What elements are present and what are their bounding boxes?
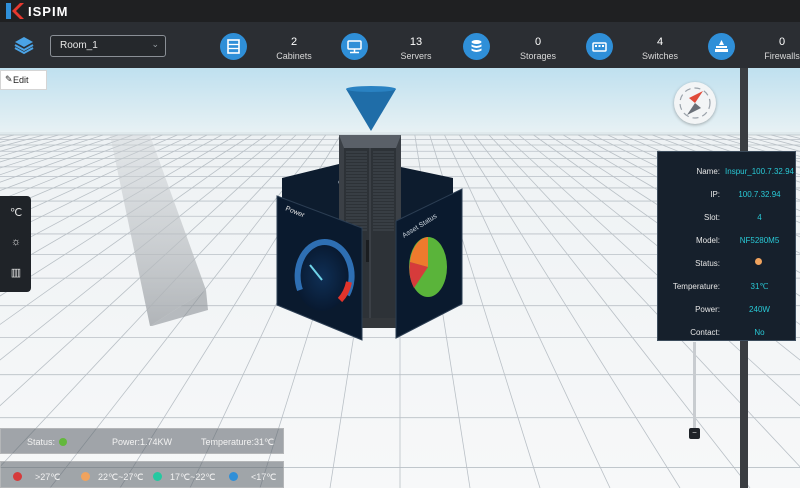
info-power-value: 240W [749, 305, 770, 314]
edit-button[interactable]: ✎ Edit [0, 70, 47, 90]
switches-label: Switches [641, 51, 678, 61]
status-label: Status: [27, 437, 56, 447]
info-model-label: Model: [695, 236, 720, 245]
cabinet-top [339, 135, 401, 148]
info-ip-label: IP: [710, 190, 720, 199]
legend-dot-mild [153, 472, 162, 481]
legend-label-hot: >27℃ [35, 472, 61, 482]
asset-status-pie [409, 237, 447, 297]
room-select-value: Room_1 [60, 40, 98, 51]
power-summary: Power:1.74KW [112, 437, 173, 447]
info-power-label: Power: [695, 305, 720, 314]
edit-button-label: Edit [13, 75, 29, 85]
cabinet-door-right [371, 148, 396, 318]
cabinets-count: 2 [290, 36, 298, 48]
switch-icon [586, 33, 613, 60]
temperature-icon[interactable]: ℃ [8, 206, 24, 222]
legend-dot-hot [13, 472, 22, 481]
cabinet-icon [220, 33, 247, 60]
servers-count: 13 [409, 36, 423, 48]
chevron-down-icon: ⌄ [151, 39, 159, 49]
info-slot-value: 4 [757, 213, 762, 222]
switches-count: 4 [656, 36, 664, 48]
alarm-icon[interactable]: ☼ [8, 236, 24, 252]
storage-icon [463, 33, 490, 60]
zoom-slider-handle[interactable]: − [689, 428, 700, 439]
stats-bar: Room_1 ⌄ 2 Cabinets 13 Servers 0 Storage… [0, 22, 800, 68]
firewall-icon [708, 33, 735, 60]
app-title: ISPIM [28, 4, 69, 19]
legend-label-warm: 22℃~27℃ [98, 472, 144, 482]
info-name-value: Inspur_100.7.32.94 [725, 167, 794, 176]
power-gauge [294, 239, 355, 311]
legend-label-mild: 17℃~22℃ [170, 472, 216, 482]
left-toolbar: ℃ ☼ ▥ [0, 196, 31, 292]
temperature-summary: Temperature:31℃ [201, 437, 275, 447]
info-temperature-value: 31℃ [750, 282, 769, 291]
storages-label: Storages [519, 51, 557, 61]
room-select[interactable]: Room_1 ⌄ [50, 35, 166, 57]
cabinet-handle [366, 240, 369, 262]
status-indicator [59, 438, 67, 446]
legend-dot-cool [229, 472, 238, 481]
room-status-bar: Status: Power:1.74KW Temperature:31℃ [0, 428, 284, 454]
legend-dot-warm [81, 472, 90, 481]
server-icon [341, 33, 368, 60]
info-temperature-label: Temperature: [672, 282, 720, 291]
device-info-panel: Name: Inspur_100.7.32.94 IP: 100.7.32.94… [657, 151, 796, 341]
info-status-label: Status: [695, 259, 720, 268]
info-name-label: Name: [696, 167, 720, 176]
edit-icon: ✎ [5, 74, 13, 84]
logo-icon [6, 3, 24, 19]
info-model-value: NF5280M5 [739, 236, 780, 245]
cabinets-label: Cabinets [276, 51, 312, 61]
layers-icon[interactable] [14, 35, 34, 55]
zoom-slider-track[interactable] [693, 342, 696, 430]
firewalls-count: 0 [778, 36, 786, 48]
storages-count: 0 [534, 36, 542, 48]
selection-marker-top [346, 86, 396, 92]
servers-label: Servers [400, 51, 432, 61]
chart-icon[interactable]: ▥ [8, 266, 24, 282]
info-status-indicator [755, 258, 762, 265]
compass-icon[interactable] [674, 82, 716, 124]
legend-label-cool: <17℃ [251, 472, 277, 482]
info-ip-value: 100.7.32.94 [738, 190, 781, 199]
title-bar: ISPIM [0, 0, 800, 22]
info-contact-value: No [754, 328, 765, 337]
firewalls-label: Firewalls [764, 51, 800, 61]
info-contact-label: Contact: [690, 328, 720, 337]
temperature-legend: >27℃ 22℃~27℃ 17℃~22℃ <17℃ [0, 461, 284, 488]
info-slot-label: Slot: [703, 213, 720, 222]
